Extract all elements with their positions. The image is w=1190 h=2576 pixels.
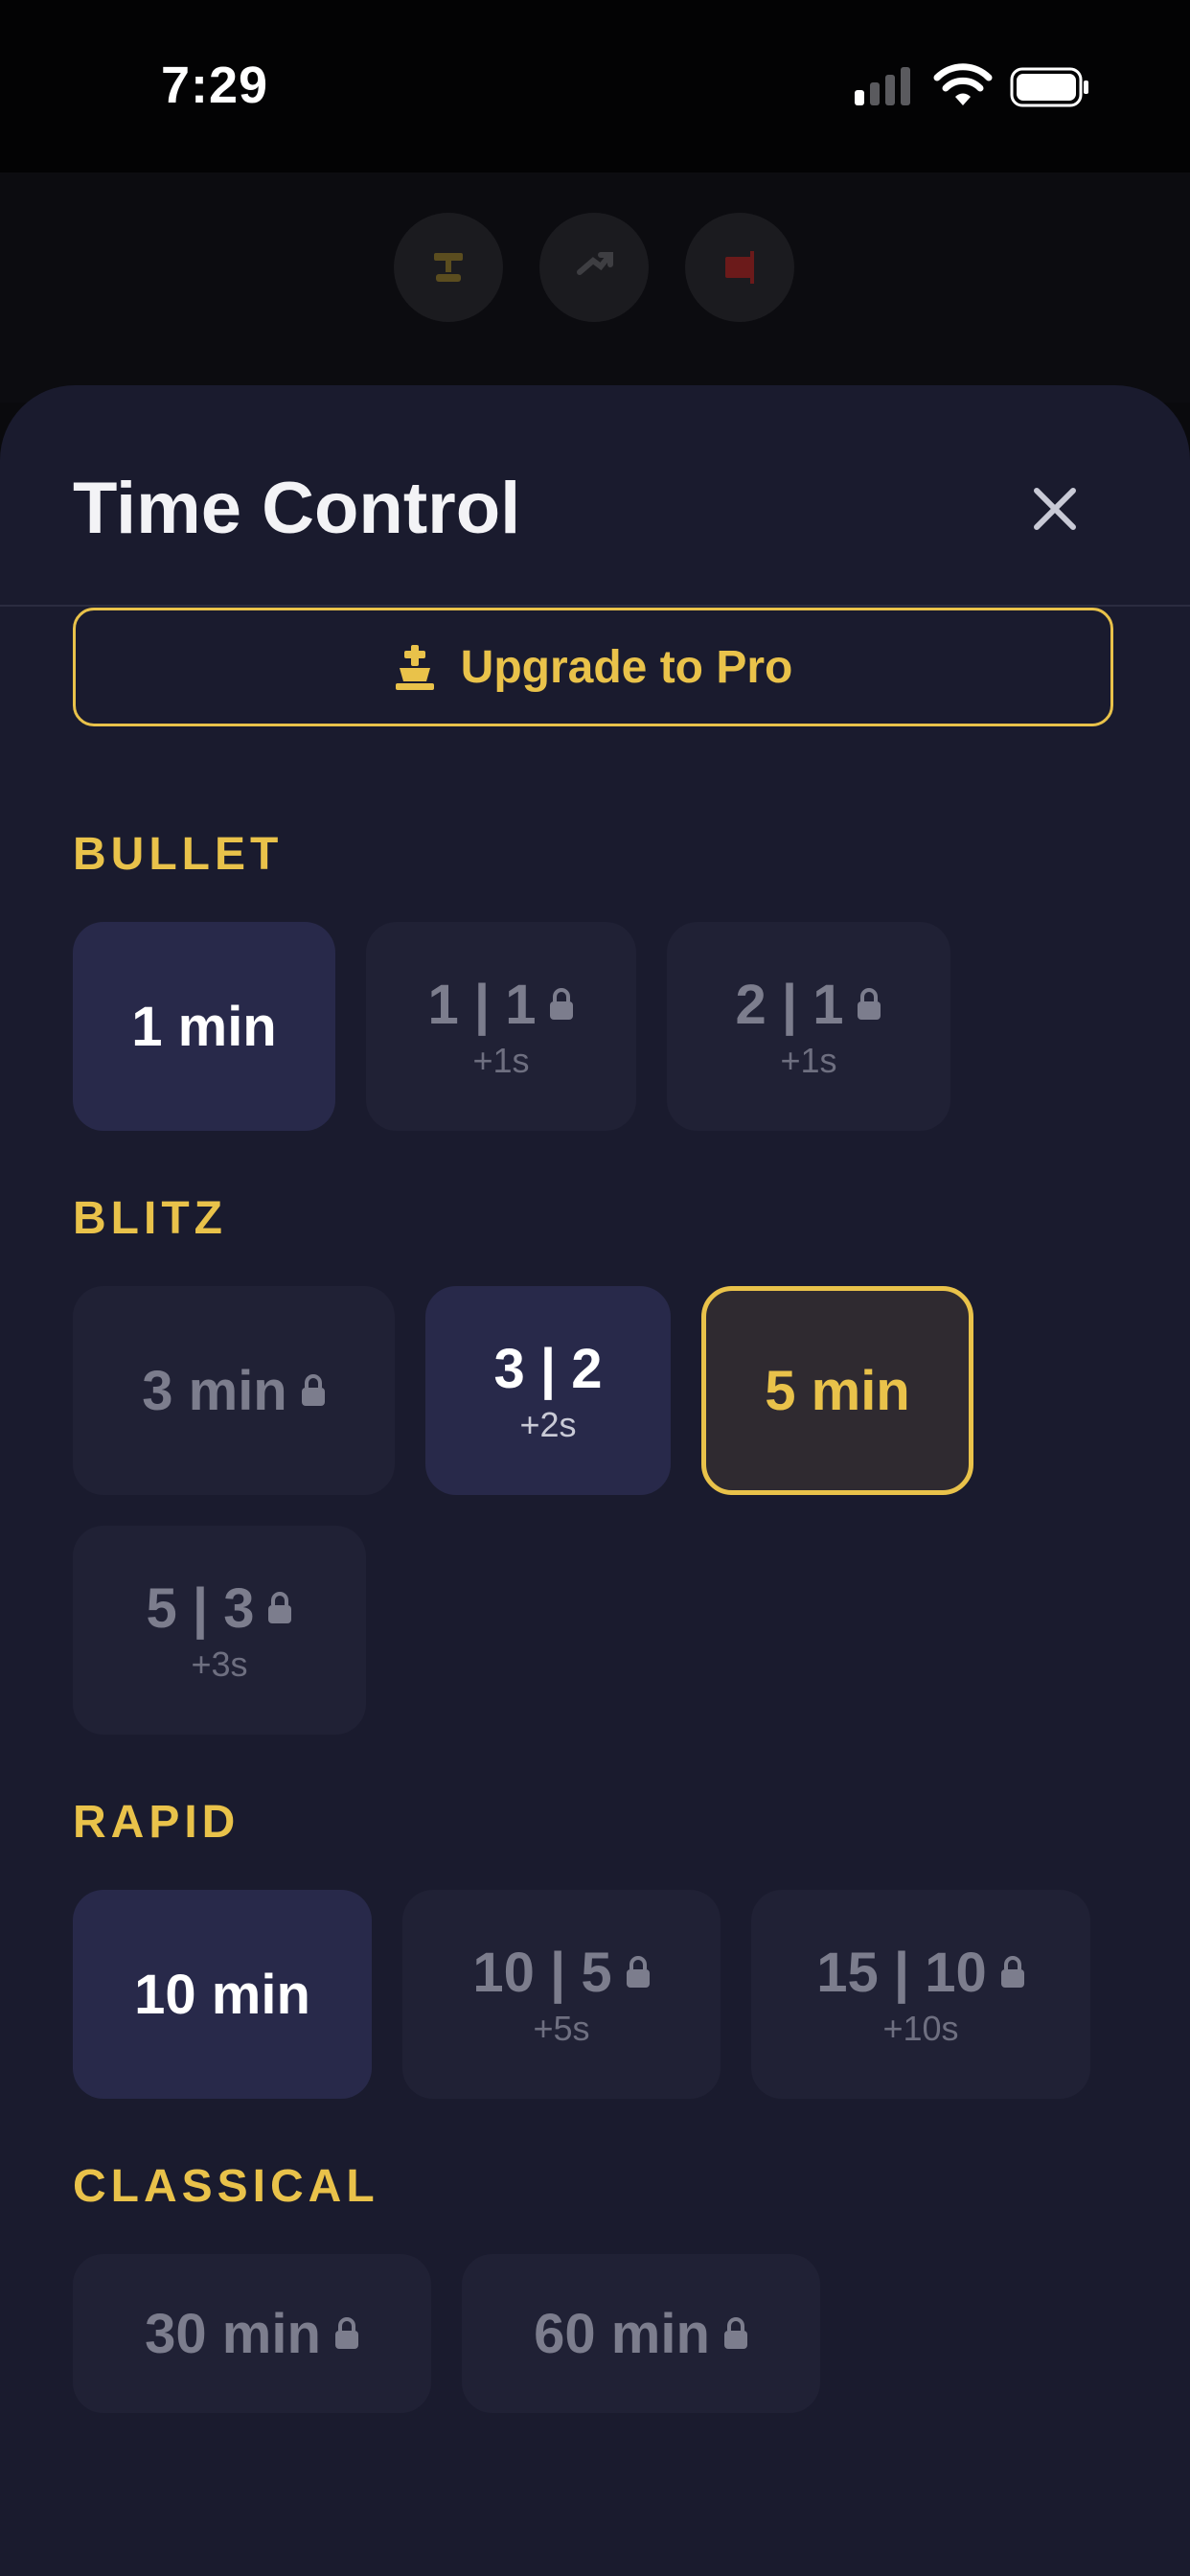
option-blitz-3-min[interactable]: 3 min xyxy=(73,1286,395,1495)
wifi-icon xyxy=(933,63,993,105)
swap-icon xyxy=(577,252,613,275)
option-bullet-1-1[interactable]: 1 | 1 +1s xyxy=(366,922,636,1131)
option-label: 3 | 2 xyxy=(493,1337,603,1400)
option-label: 1 | 1 xyxy=(427,973,537,1036)
option-label: 2 | 1 xyxy=(735,973,844,1036)
option-label: 10 | 5 xyxy=(472,1941,612,2004)
option-bullet-1-min[interactable]: 1 min xyxy=(73,922,335,1131)
option-label: 3 min xyxy=(142,1359,287,1422)
option-increment: +2s xyxy=(519,1404,577,1444)
lock-icon xyxy=(626,1956,650,1988)
close-button[interactable] xyxy=(1021,475,1088,542)
option-rapid-10-min[interactable]: 10 min xyxy=(73,1890,372,2099)
option-increment: +3s xyxy=(191,1644,248,1684)
section-title-blitz: BLITZ xyxy=(73,1193,227,1244)
lock-icon xyxy=(723,2317,747,2349)
option-bullet-2-1[interactable]: 2 | 1 +1s xyxy=(667,922,950,1131)
option-blitz-5-min[interactable]: 5 min xyxy=(701,1286,973,1495)
sheet-title: Time Control xyxy=(73,468,521,549)
option-label: 60 min xyxy=(534,2302,710,2365)
lock-icon xyxy=(334,2317,358,2349)
signal-icon xyxy=(855,67,910,105)
option-increment: +1s xyxy=(780,1040,837,1080)
swap-button[interactable] xyxy=(539,213,649,322)
crown-icon xyxy=(434,253,463,282)
upgrade-label: Upgrade to Pro xyxy=(460,641,793,693)
option-label: 15 | 10 xyxy=(816,1941,987,2004)
option-classical-30-min[interactable]: 30 min xyxy=(73,2254,431,2413)
close-icon xyxy=(1034,488,1076,530)
flag-button[interactable] xyxy=(685,213,794,322)
option-increment: +1s xyxy=(472,1040,530,1080)
flag-icon xyxy=(725,251,754,284)
option-blitz-5-3[interactable]: 5 | 3 +3s xyxy=(73,1526,366,1735)
option-increment: +5s xyxy=(533,2008,590,2048)
status-bar: 7:29 xyxy=(0,0,1190,172)
option-increment: +10s xyxy=(882,2008,959,2048)
option-blitz-3-2[interactable]: 3 | 2 +2s xyxy=(425,1286,671,1495)
section-title-rapid: RAPID xyxy=(73,1797,240,1848)
option-label: 5 min xyxy=(765,1359,910,1422)
header-divider xyxy=(0,605,1190,607)
battery-icon xyxy=(1010,67,1088,107)
lock-icon xyxy=(301,1374,325,1406)
option-label: 30 min xyxy=(145,2302,321,2365)
lock-icon xyxy=(1000,1956,1024,1988)
lock-icon xyxy=(858,988,881,1020)
option-rapid-10-5[interactable]: 10 | 5 +5s xyxy=(402,1890,721,2099)
upgrade-to-pro-button[interactable]: Upgrade to Pro xyxy=(73,608,1113,726)
crown-icon xyxy=(395,645,434,690)
option-label: 5 | 3 xyxy=(146,1576,255,1640)
section-title-classical: CLASSICAL xyxy=(73,2161,379,2212)
time-control-sheet: Time Control Upgrade to Pro BULLET 1 min… xyxy=(0,385,1190,2576)
option-classical-60-min[interactable]: 60 min xyxy=(462,2254,820,2413)
lock-icon xyxy=(268,1592,292,1623)
option-label: 10 min xyxy=(134,1963,310,2026)
lock-icon xyxy=(550,988,574,1020)
crown-button[interactable] xyxy=(394,213,503,322)
section-title-bullet: BULLET xyxy=(73,829,284,880)
status-time: 7:29 xyxy=(161,57,269,114)
option-label: 1 min xyxy=(131,995,277,1058)
option-rapid-15-10[interactable]: 15 | 10 +10s xyxy=(751,1890,1090,2099)
